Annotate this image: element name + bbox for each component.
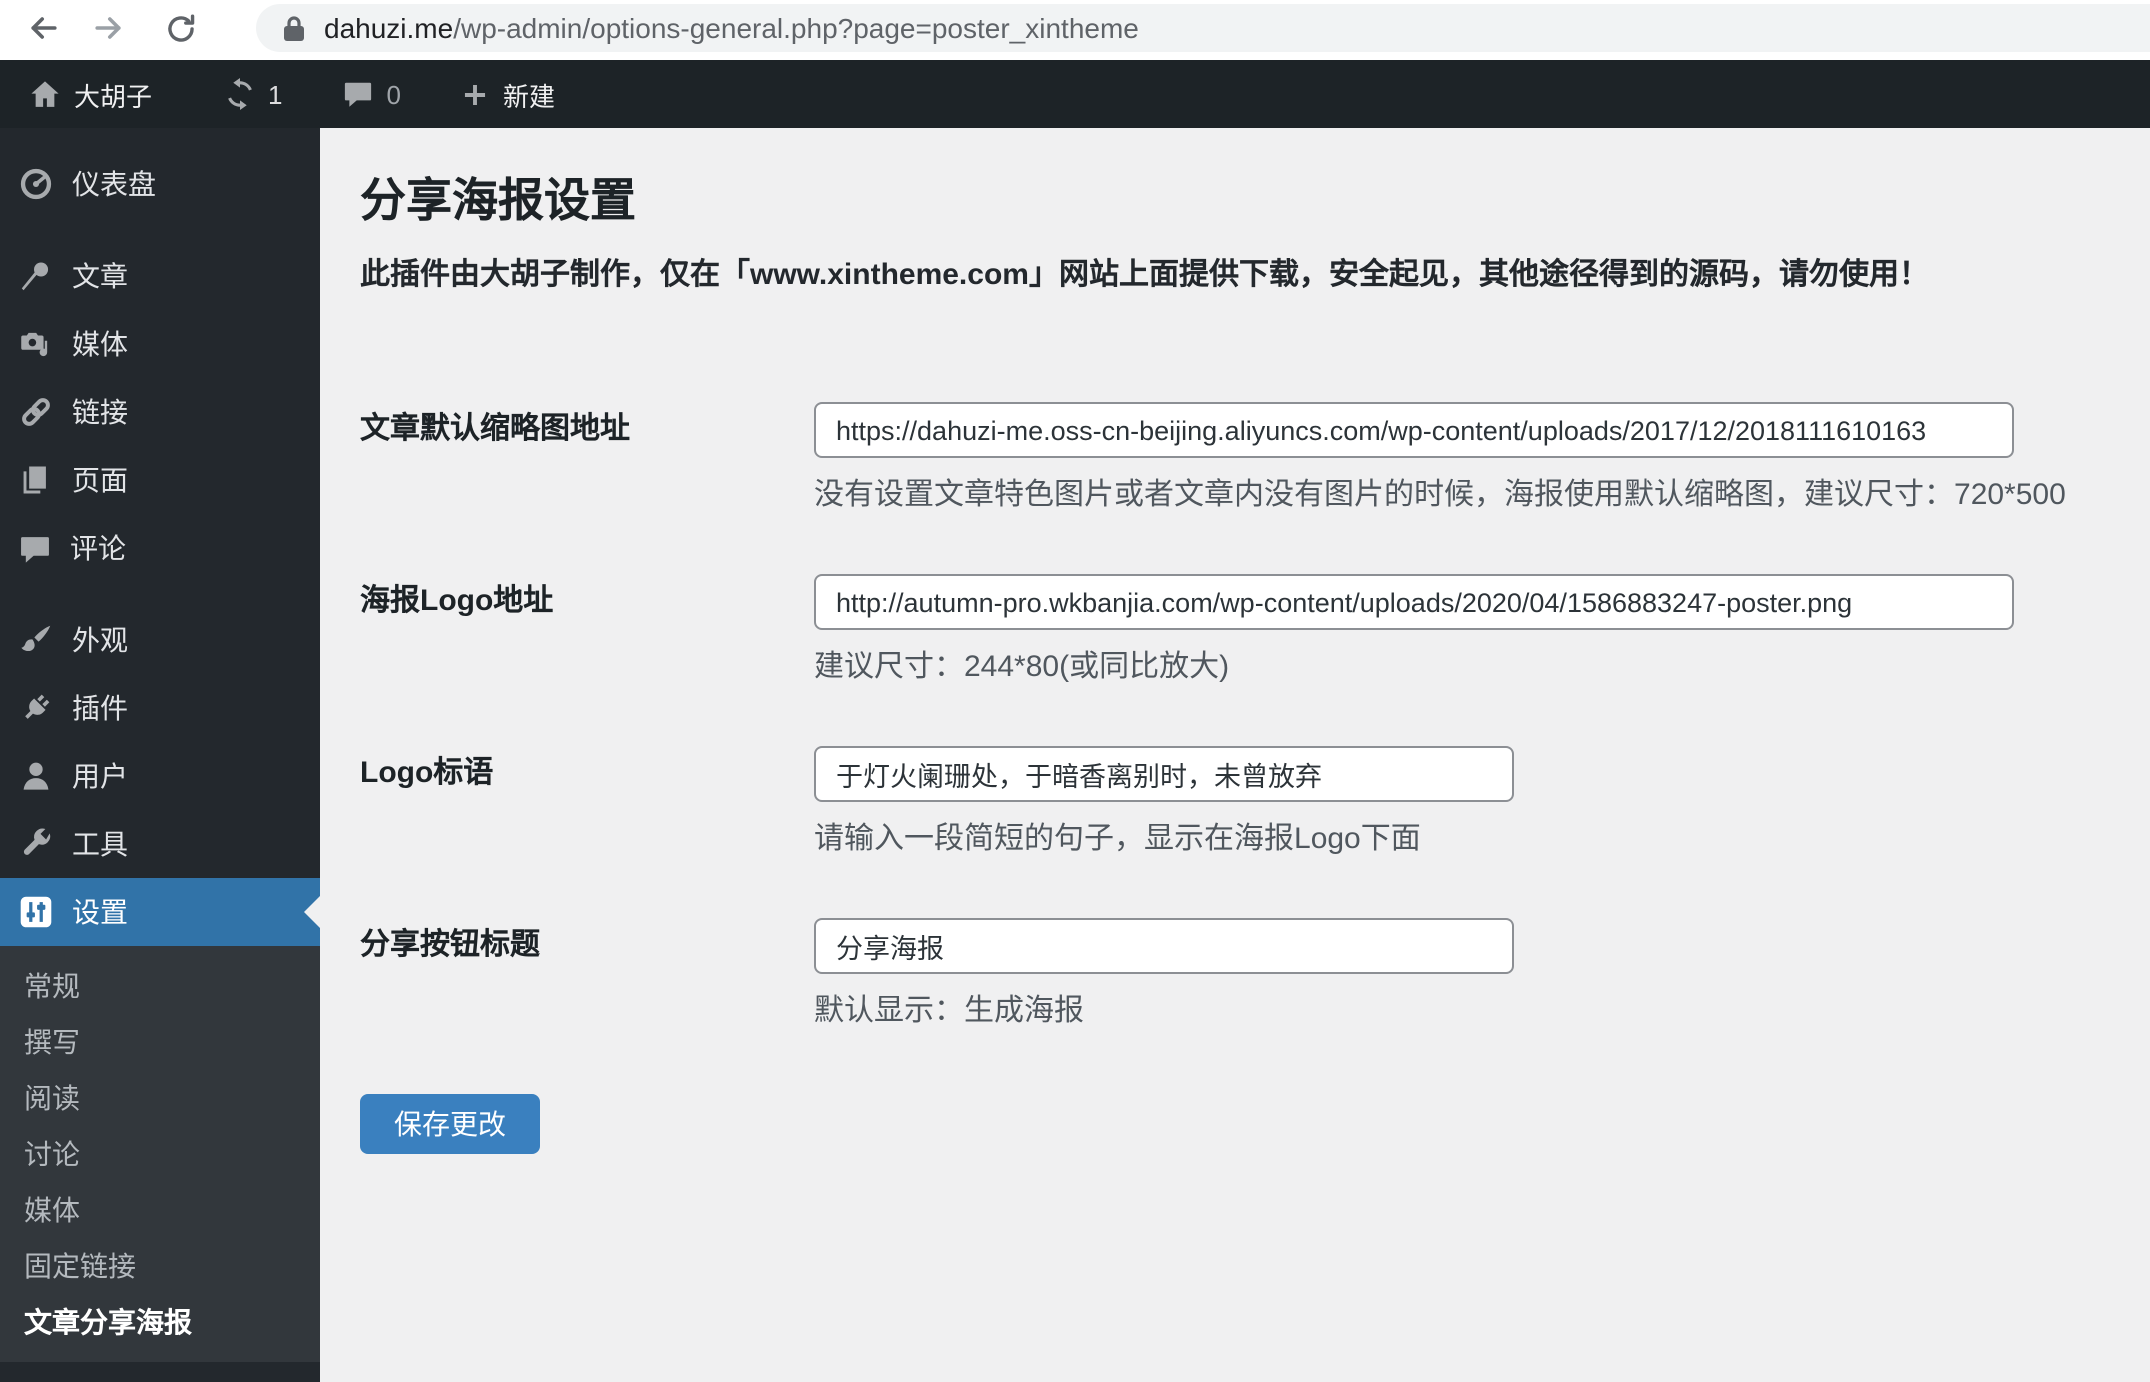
admin-body: 仪表盘 文章 媒体 链接 页面 评论 外观 插件 用户 工具 设置 常规 撰写 … [0, 128, 2150, 1382]
browser-toolbar: dahuzi.me/wp-admin/options-general.php?p… [0, 0, 2150, 60]
field-label: Logo标语 [360, 756, 494, 790]
page-title: 分享海报设置 [360, 174, 636, 226]
field-help: 默认显示：生成海报 [814, 994, 1085, 1028]
admin-bar-new-button[interactable]: 新建 [439, 60, 577, 128]
form-row-poster-logo: 海报Logo地址 建议尺寸：244*80(或同比放大) [360, 574, 2150, 688]
submenu-item-general[interactable]: 常规 [0, 958, 320, 1014]
sidebar-item-links[interactable]: 链接 [0, 378, 320, 446]
menu-separator [0, 582, 320, 606]
update-icon [228, 78, 252, 110]
sidebar-item-label: 链接 [72, 396, 128, 428]
submenu-item-reading[interactable]: 阅读 [0, 1070, 320, 1126]
sidebar-item-plugins[interactable]: 插件 [0, 674, 320, 742]
sidebar-item-label: 外观 [72, 624, 128, 656]
default-thumbnail-url-input[interactable] [814, 402, 2014, 458]
reload-icon [167, 13, 194, 41]
update-count: 1 [268, 79, 283, 109]
comment-bubble-icon [21, 536, 49, 562]
field-label: 文章默认缩略图地址 [360, 412, 631, 446]
comment-icon [345, 82, 372, 107]
plug-icon [25, 694, 50, 719]
admin-bar-updates[interactable]: 1 [202, 60, 304, 128]
wp-sidebar-menu: 仪表盘 文章 媒体 链接 页面 评论 外观 插件 用户 工具 设置 常规 撰写 … [0, 128, 320, 1382]
wp-admin-bar: 大胡子 1 0 新建 [0, 60, 2150, 128]
sidebar-item-dashboard[interactable]: 仪表盘 [0, 150, 320, 218]
sidebar-item-settings[interactable]: 设置 [0, 878, 320, 946]
poster-logo-url-input[interactable] [814, 574, 2014, 630]
logo-slogan-input[interactable] [814, 746, 1514, 802]
ssl-lock-icon [282, 14, 306, 42]
pushpin-icon [21, 262, 49, 291]
dashboard-gauge-icon [20, 168, 52, 200]
sidebar-item-comments[interactable]: 评论 [0, 514, 320, 582]
settings-sliders-icon [20, 896, 52, 928]
submenu-item-permalinks[interactable]: 固定链接 [0, 1238, 320, 1294]
menu-separator [0, 218, 320, 242]
settings-form: 文章默认缩略图地址 没有设置文章特色图片或者文章内没有图片的时候，海报使用默认缩… [360, 402, 2150, 1154]
url-text: dahuzi.me/wp-admin/options-general.php?p… [324, 12, 1139, 44]
sidebar-item-label: 文章 [72, 260, 128, 292]
share-button-title-input[interactable] [814, 918, 1514, 974]
sidebar-item-posts[interactable]: 文章 [0, 242, 320, 310]
sidebar-item-label: 评论 [70, 532, 126, 564]
submenu-item-writing[interactable]: 撰写 [0, 1014, 320, 1070]
url-host: dahuzi.me [324, 12, 454, 44]
submenu-item-post-share-poster[interactable]: 文章分享海报 [0, 1294, 320, 1350]
plugin-notice: 此插件由大胡子制作，仅在「www.xintheme.com」网站上面提供下载，安… [360, 258, 1929, 292]
comment-count: 0 [386, 79, 401, 109]
save-changes-button[interactable]: 保存更改 [360, 1094, 540, 1154]
pages-icon [23, 466, 46, 494]
screenshot-root: dahuzi.me/wp-admin/options-general.php?p… [0, 0, 2150, 1382]
sidebar-item-users[interactable]: 用户 [0, 742, 320, 810]
admin-bar-comments[interactable]: 0 [321, 60, 423, 128]
settings-submenu: 常规 撰写 阅读 讨论 媒体 固定链接 文章分享海报 [0, 946, 320, 1362]
sidebar-item-label: 用户 [72, 760, 128, 792]
site-name: 大胡子 [74, 81, 153, 111]
form-row-logo-slogan: Logo标语 请输入一段简短的句子，显示在海报Logo下面 [360, 746, 2150, 860]
plus-icon [465, 83, 487, 105]
sidebar-item-pages[interactable]: 页面 [0, 446, 320, 514]
browser-window: dahuzi.me/wp-admin/options-general.php?p… [0, 0, 2150, 1382]
url-path: /wp-admin/options-general.php?page=poste… [453, 12, 1139, 44]
field-help: 请输入一段简短的句子，显示在海报Logo下面 [814, 822, 1421, 856]
sidebar-item-label: 媒体 [72, 328, 128, 360]
brush-icon [21, 625, 51, 652]
field-label: 分享按钮标题 [360, 928, 541, 962]
field-help: 建议尺寸：244*80(或同比放大) [814, 650, 1230, 684]
sidebar-item-label: 工具 [72, 828, 128, 860]
wrench-icon [23, 828, 51, 855]
submenu-item-media[interactable]: 媒体 [0, 1182, 320, 1238]
chain-link-icon [22, 398, 50, 426]
submenu-item-discussion[interactable]: 讨论 [0, 1126, 320, 1182]
field-label: 海报Logo地址 [360, 584, 554, 618]
sidebar-item-appearance[interactable]: 外观 [0, 606, 320, 674]
sidebar-item-label: 插件 [72, 692, 128, 724]
user-icon [23, 762, 49, 790]
sidebar-item-label: 设置 [72, 896, 128, 928]
home-icon [31, 80, 59, 106]
sidebar-item-label: 仪表盘 [72, 168, 156, 200]
new-label: 新建 [502, 81, 555, 111]
sidebar-item-tools[interactable]: 工具 [0, 810, 320, 878]
browser-back-button[interactable] [24, 8, 64, 48]
sidebar-item-label: 页面 [72, 464, 128, 496]
address-bar[interactable]: dahuzi.me/wp-admin/options-general.php?p… [256, 4, 2150, 52]
admin-bar-site-link[interactable]: 大胡子 [6, 60, 174, 128]
form-row-share-button-title: 分享按钮标题 默认显示：生成海报 [360, 918, 2150, 1032]
media-camera-icon [21, 332, 48, 357]
back-arrow-icon [31, 17, 57, 39]
form-row-default-thumbnail: 文章默认缩略图地址 没有设置文章特色图片或者文章内没有图片的时候，海报使用默认缩… [360, 402, 2150, 516]
settings-page-content: 分享海报设置 此插件由大胡子制作，仅在「www.xintheme.com」网站上… [320, 128, 2150, 1382]
field-help: 没有设置文章特色图片或者文章内没有图片的时候，海报使用默认缩略图，建议尺寸：72… [814, 478, 2066, 512]
sidebar-item-media[interactable]: 媒体 [0, 310, 320, 378]
browser-forward-button[interactable] [88, 8, 128, 48]
forward-arrow-icon [95, 17, 121, 39]
browser-reload-button[interactable] [160, 8, 200, 48]
